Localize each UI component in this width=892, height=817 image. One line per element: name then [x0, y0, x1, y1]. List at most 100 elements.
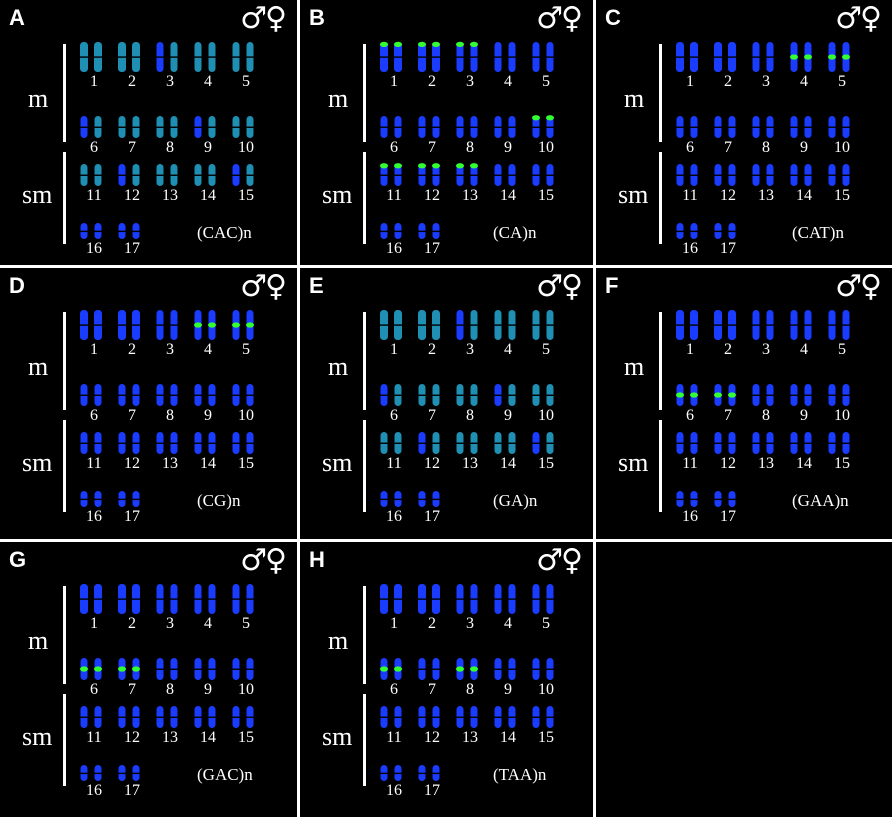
chromosome-pair-9 — [493, 384, 517, 406]
chromosome-number: 4 — [504, 73, 512, 90]
fish-signal — [456, 41, 464, 47]
fish-signal — [194, 322, 202, 328]
submetacentric-bracket — [363, 152, 366, 244]
group-label-metacentric: m — [328, 352, 349, 381]
chromosome-pair-2 — [117, 42, 141, 72]
chromosome-number: 1 — [90, 73, 98, 90]
chromosome-slot: 4 — [188, 580, 228, 632]
chromosome-number: 13 — [758, 187, 774, 204]
fish-signal — [380, 666, 388, 672]
chromosome-slot: 12 — [412, 694, 452, 746]
chromosome-slot: 8 — [150, 104, 190, 156]
chromosome-slot: 3 — [150, 38, 190, 90]
chromosome-pair-1 — [379, 41, 403, 72]
chromosome-pair-3 — [751, 42, 775, 72]
chromosome-pair-2 — [417, 41, 441, 72]
chromosome-slot: 14 — [488, 694, 528, 746]
chromosome-slot: 8 — [450, 646, 490, 698]
chromosome-number: 11 — [386, 187, 402, 204]
panel-letter: B — [309, 5, 325, 30]
chromosome-pair-5 — [531, 584, 555, 614]
panel-h: H ♂♀ m sm 1 2 3 4 5 6 7 8 9 10 11 12 13 14 15 16 17 (TAA)n — [300, 542, 593, 817]
male-female-symbol-icon: ♂♀ — [536, 1, 583, 36]
chromosome-slot: 7 — [112, 646, 152, 698]
chromosome-slot: 10 — [226, 372, 266, 424]
chromosome-pair-11 — [675, 164, 699, 186]
chromosome-slot: 5 — [822, 306, 862, 358]
chromosome-slot: 7 — [708, 104, 748, 156]
chromosome-slot: 6 — [374, 372, 414, 424]
chromosome-slot: 8 — [450, 104, 490, 156]
chromosome-slot: 9 — [188, 104, 228, 156]
chromosome-slot: 10 — [526, 646, 566, 698]
chromosome-slot: 14 — [784, 420, 824, 472]
chromosome-pair-10 — [231, 658, 255, 680]
metacentric-bracket — [659, 44, 662, 142]
chromosome-slot: 12 — [708, 152, 748, 204]
chromosome-pair-7 — [117, 658, 141, 680]
male-female-symbol-icon: ♂♀ — [240, 1, 287, 36]
chromosome-slot: 11 — [74, 152, 114, 204]
chromosome-number: 2 — [428, 615, 436, 632]
chromosome-number: 16 — [386, 782, 402, 799]
chromosome-pair-1 — [675, 42, 699, 72]
chromosome-pair-4 — [789, 42, 813, 72]
chromosome-pair-10 — [531, 658, 555, 680]
metacentric-bracket — [363, 312, 366, 410]
chromosome-number: 5 — [242, 615, 250, 632]
chromosome-pair-3 — [155, 310, 179, 340]
metacentric-bracket — [659, 312, 662, 410]
chromosome-slot: 7 — [412, 646, 452, 698]
chromosome-slot: 3 — [450, 306, 490, 358]
chromosome-pair-1 — [79, 584, 103, 614]
chromosome-pair-12 — [117, 432, 141, 454]
probe-label: (CA)n — [493, 223, 537, 242]
fish-signal — [804, 54, 812, 60]
fish-signal — [394, 163, 402, 169]
submetacentric-bracket — [63, 152, 66, 244]
chromosome-pair-13 — [751, 432, 775, 454]
chromosome-number: 13 — [462, 187, 478, 204]
chromosome-slot: 15 — [226, 152, 266, 204]
chromosome-number: 17 — [720, 240, 736, 257]
chromosome-number: 16 — [86, 240, 102, 257]
chromosome-number: 5 — [242, 341, 250, 358]
fish-signal — [80, 666, 88, 672]
chromosome-number: 5 — [542, 341, 550, 358]
chromosome-pair-9 — [789, 116, 813, 138]
chromosome-pair-17 — [117, 765, 141, 781]
fish-signal — [380, 163, 388, 169]
panel-e: E ♂♀ m sm 1 2 3 4 5 6 7 8 9 10 11 12 13 14 15 16 17 (GA)n — [300, 268, 593, 539]
chromosome-pair-12 — [713, 164, 737, 186]
chromosome-slot: 3 — [150, 306, 190, 358]
fish-signal — [394, 666, 402, 672]
chromosome-number: 12 — [720, 187, 736, 204]
chromosome-slot: 2 — [112, 38, 152, 90]
fish-signal — [470, 163, 478, 169]
chromosome-pair-8 — [455, 116, 479, 138]
group-label-submetacentric: sm — [618, 448, 649, 477]
chromosome-slot: 2 — [112, 580, 152, 632]
chromosome-number: 5 — [542, 615, 550, 632]
chromosome-slot: 11 — [74, 420, 114, 472]
submetacentric-bracket — [659, 420, 662, 512]
group-label-submetacentric: sm — [22, 722, 53, 751]
male-female-symbol-icon: ♂♀ — [835, 269, 882, 304]
chromosome-number: 12 — [124, 455, 140, 472]
probe-label: (CAT)n — [792, 223, 844, 242]
chromosome-number: 2 — [428, 73, 436, 90]
chromosome-number: 5 — [838, 341, 846, 358]
fish-signal — [380, 41, 388, 47]
chromosome-slot: 12 — [112, 694, 152, 746]
chromosome-number: 17 — [720, 508, 736, 525]
chromosome-slot: 14 — [488, 152, 528, 204]
chromosome-pair-7 — [417, 116, 441, 138]
chromosome-number: 14 — [200, 729, 216, 746]
fish-signal — [728, 392, 736, 398]
chromosome-number: 1 — [686, 73, 694, 90]
chromosome-pair-12 — [117, 164, 141, 186]
chromosome-slot: 8 — [150, 372, 190, 424]
chromosome-pair-16 — [79, 491, 103, 507]
probe-label: (CG)n — [197, 491, 241, 510]
chromosome-number: 1 — [90, 341, 98, 358]
